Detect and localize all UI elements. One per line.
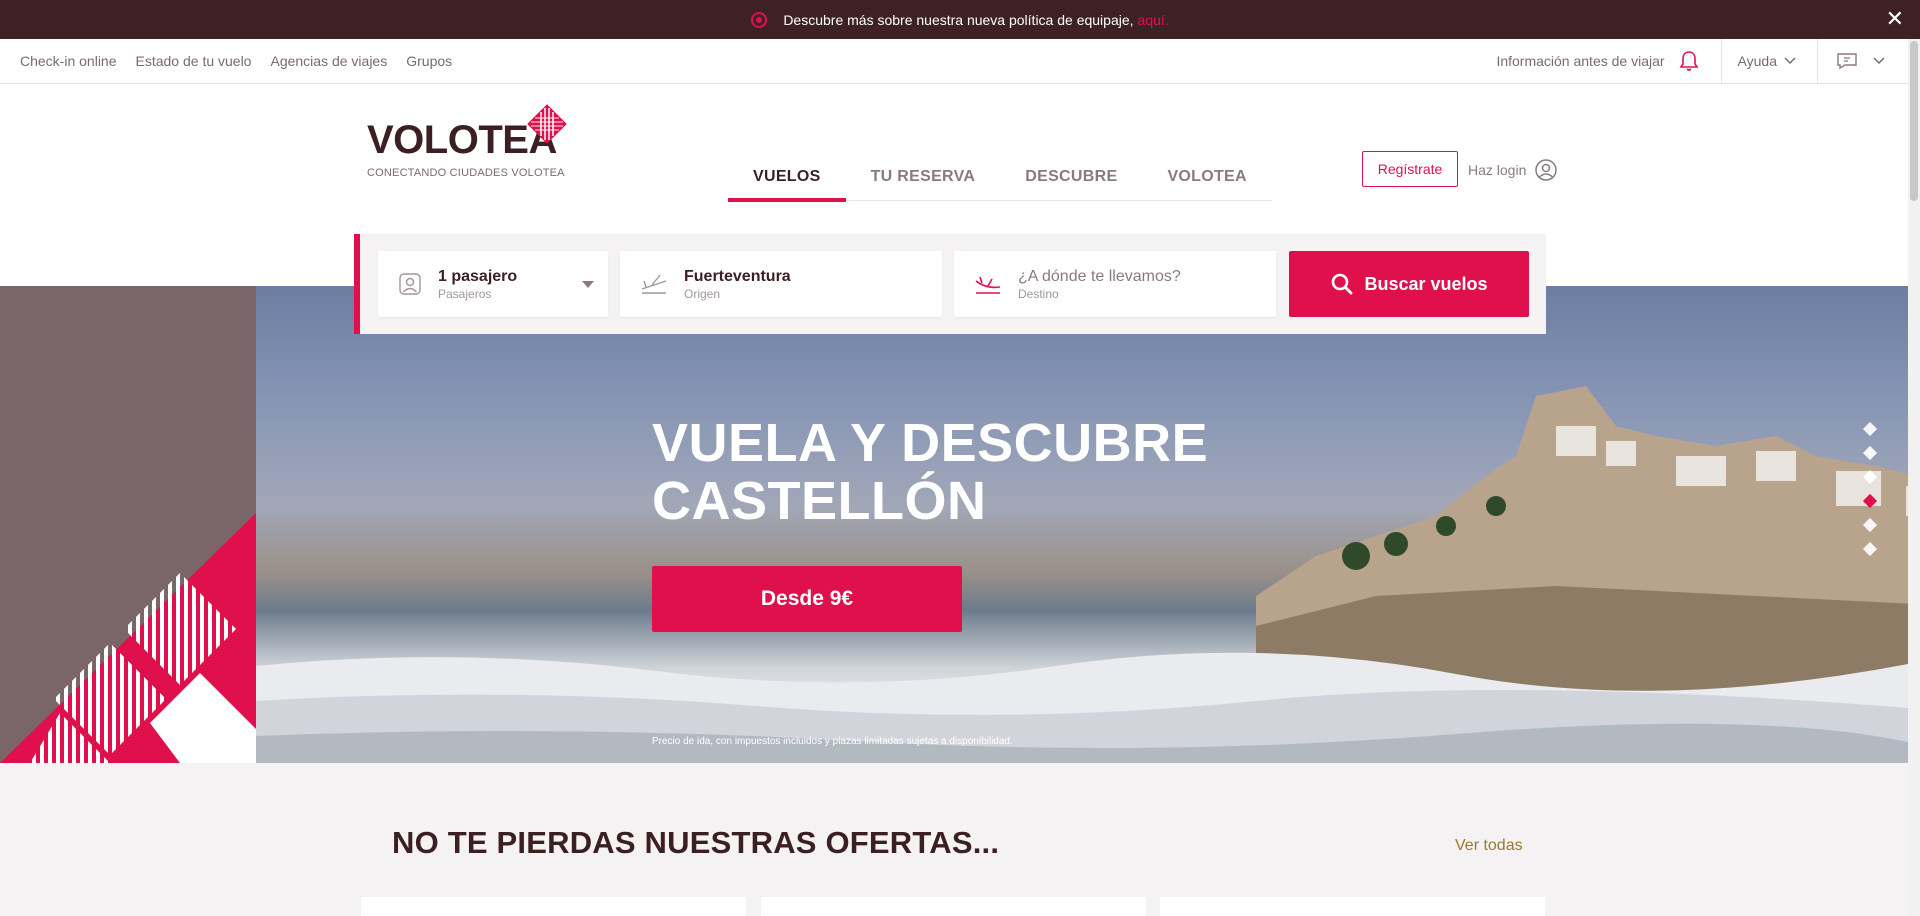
tab-descubre[interactable]: DESCUBRE [1000, 168, 1142, 200]
utility-nav: Check-in online Estado de tu vuelo Agenc… [0, 39, 1908, 84]
hero-headline-line1: VUELA Y DESCUBRE [652, 413, 1209, 473]
search-icon [1332, 273, 1353, 295]
travel-agencies-link[interactable]: Agencias de viajes [270, 53, 387, 69]
travel-info-label: Información antes de viajar [1496, 53, 1665, 69]
groups-link[interactable]: Grupos [406, 53, 452, 69]
search-button-label: Buscar vuelos [1364, 273, 1488, 294]
diamond-pattern-icon [0, 513, 256, 763]
chat-icon [1837, 53, 1857, 70]
carousel-dot[interactable] [1862, 541, 1878, 557]
offers-section: NO TE PIERDAS NUESTRAS OFERTAS... Ver to… [0, 763, 1908, 916]
help-label: Ayuda [1737, 53, 1777, 69]
tab-volotea[interactable]: VOLOTEA [1142, 168, 1271, 200]
landing-icon [975, 276, 1001, 294]
flight-status-link[interactable]: Estado de tu vuelo [136, 53, 252, 69]
chevron-down-icon [1873, 57, 1885, 65]
scrollbar-thumb[interactable] [1910, 41, 1918, 201]
chevron-down-icon [1784, 57, 1796, 65]
carousel-dot[interactable] [1862, 469, 1878, 485]
offers-title: NO TE PIERDAS NUESTRAS OFERTAS... [392, 825, 1000, 860]
radio-dot-icon [751, 11, 768, 28]
origin-field[interactable]: Fuerteventura Origen [620, 251, 942, 317]
travel-info-link[interactable]: Información antes de viajar [1496, 39, 1720, 83]
hero-disclaimer: Precio de ida, con impuestos incluidos y… [652, 736, 1013, 747]
destination-placeholder: ¿A dónde te llevamos? [1018, 267, 1181, 285]
waves-illustration [256, 652, 1908, 763]
dropdown-caret-icon [582, 281, 594, 288]
volotea-logo[interactable]: VOLOTEA CONECTANDO CIUDADES VOLOTEA [367, 104, 567, 179]
carousel-dots [1862, 421, 1878, 557]
announcement-link[interactable]: aquí. [1138, 12, 1169, 28]
origin-value: Fuerteventura [684, 267, 791, 285]
destination-field[interactable]: ¿A dónde te llevamos? Destino [954, 251, 1276, 317]
offer-card[interactable] [1160, 897, 1545, 916]
hero-cta-button[interactable]: Desde 9€ [652, 566, 962, 632]
passenger-icon [399, 273, 421, 295]
language-selector[interactable] [1817, 39, 1908, 83]
tab-vuelos[interactable]: VUELOS [728, 168, 846, 202]
carousel-dot[interactable] [1862, 421, 1878, 437]
passengers-value: 1 pasajero [438, 267, 518, 285]
login-button[interactable]: Haz login [1468, 158, 1558, 182]
hero-headline: VUELA Y DESCUBRE CASTELLÓN [652, 414, 1208, 530]
destination-label: Destino [1018, 286, 1059, 301]
register-button[interactable]: Regístrate [1362, 151, 1458, 187]
hero-side-panel [0, 286, 256, 763]
bell-icon [1679, 51, 1699, 71]
see-all-link[interactable]: Ver todas [1455, 837, 1523, 855]
passengers-field[interactable]: 1 pasajero Pasajeros [378, 251, 608, 317]
tab-tu-reserva[interactable]: TU RESERVA [846, 168, 1001, 200]
checkin-link[interactable]: Check-in online [20, 53, 117, 69]
passengers-label: Pasajeros [438, 286, 492, 301]
offer-card[interactable] [361, 897, 746, 916]
login-label: Haz login [1468, 162, 1527, 178]
hero-banner: VUELA Y DESCUBRE CASTELLÓN Desde 9€ Prec… [0, 286, 1908, 763]
carousel-dot[interactable] [1862, 445, 1878, 461]
help-menu[interactable]: Ayuda [1720, 39, 1817, 83]
takeoff-icon [641, 274, 667, 294]
main-nav: VUELOS TU RESERVA DESCUBRE VOLOTEA [728, 168, 1272, 202]
carousel-dot-active[interactable] [1862, 493, 1878, 509]
announcement-text: Descubre más sobre nuestra nueva polític… [783, 11, 1134, 28]
offer-card[interactable] [761, 897, 1146, 916]
flight-search-bar: 1 pasajero Pasajeros Fuerteventura Orige… [354, 234, 1546, 334]
user-icon [1535, 159, 1558, 181]
close-icon[interactable]: ✕ [1886, 8, 1904, 30]
search-flights-button[interactable]: Buscar vuelos [1289, 251, 1529, 317]
origin-label: Origen [684, 286, 721, 301]
logo-mark-icon [527, 104, 567, 144]
hero-headline-line2: CASTELLÓN [652, 471, 987, 531]
page-scrollbar[interactable] [1908, 39, 1920, 916]
carousel-dot[interactable] [1862, 517, 1878, 533]
announcement-bar: Descubre más sobre nuestra nueva polític… [0, 0, 1920, 39]
logo-tagline: CONECTANDO CIUDADES VOLOTEA [367, 167, 565, 179]
